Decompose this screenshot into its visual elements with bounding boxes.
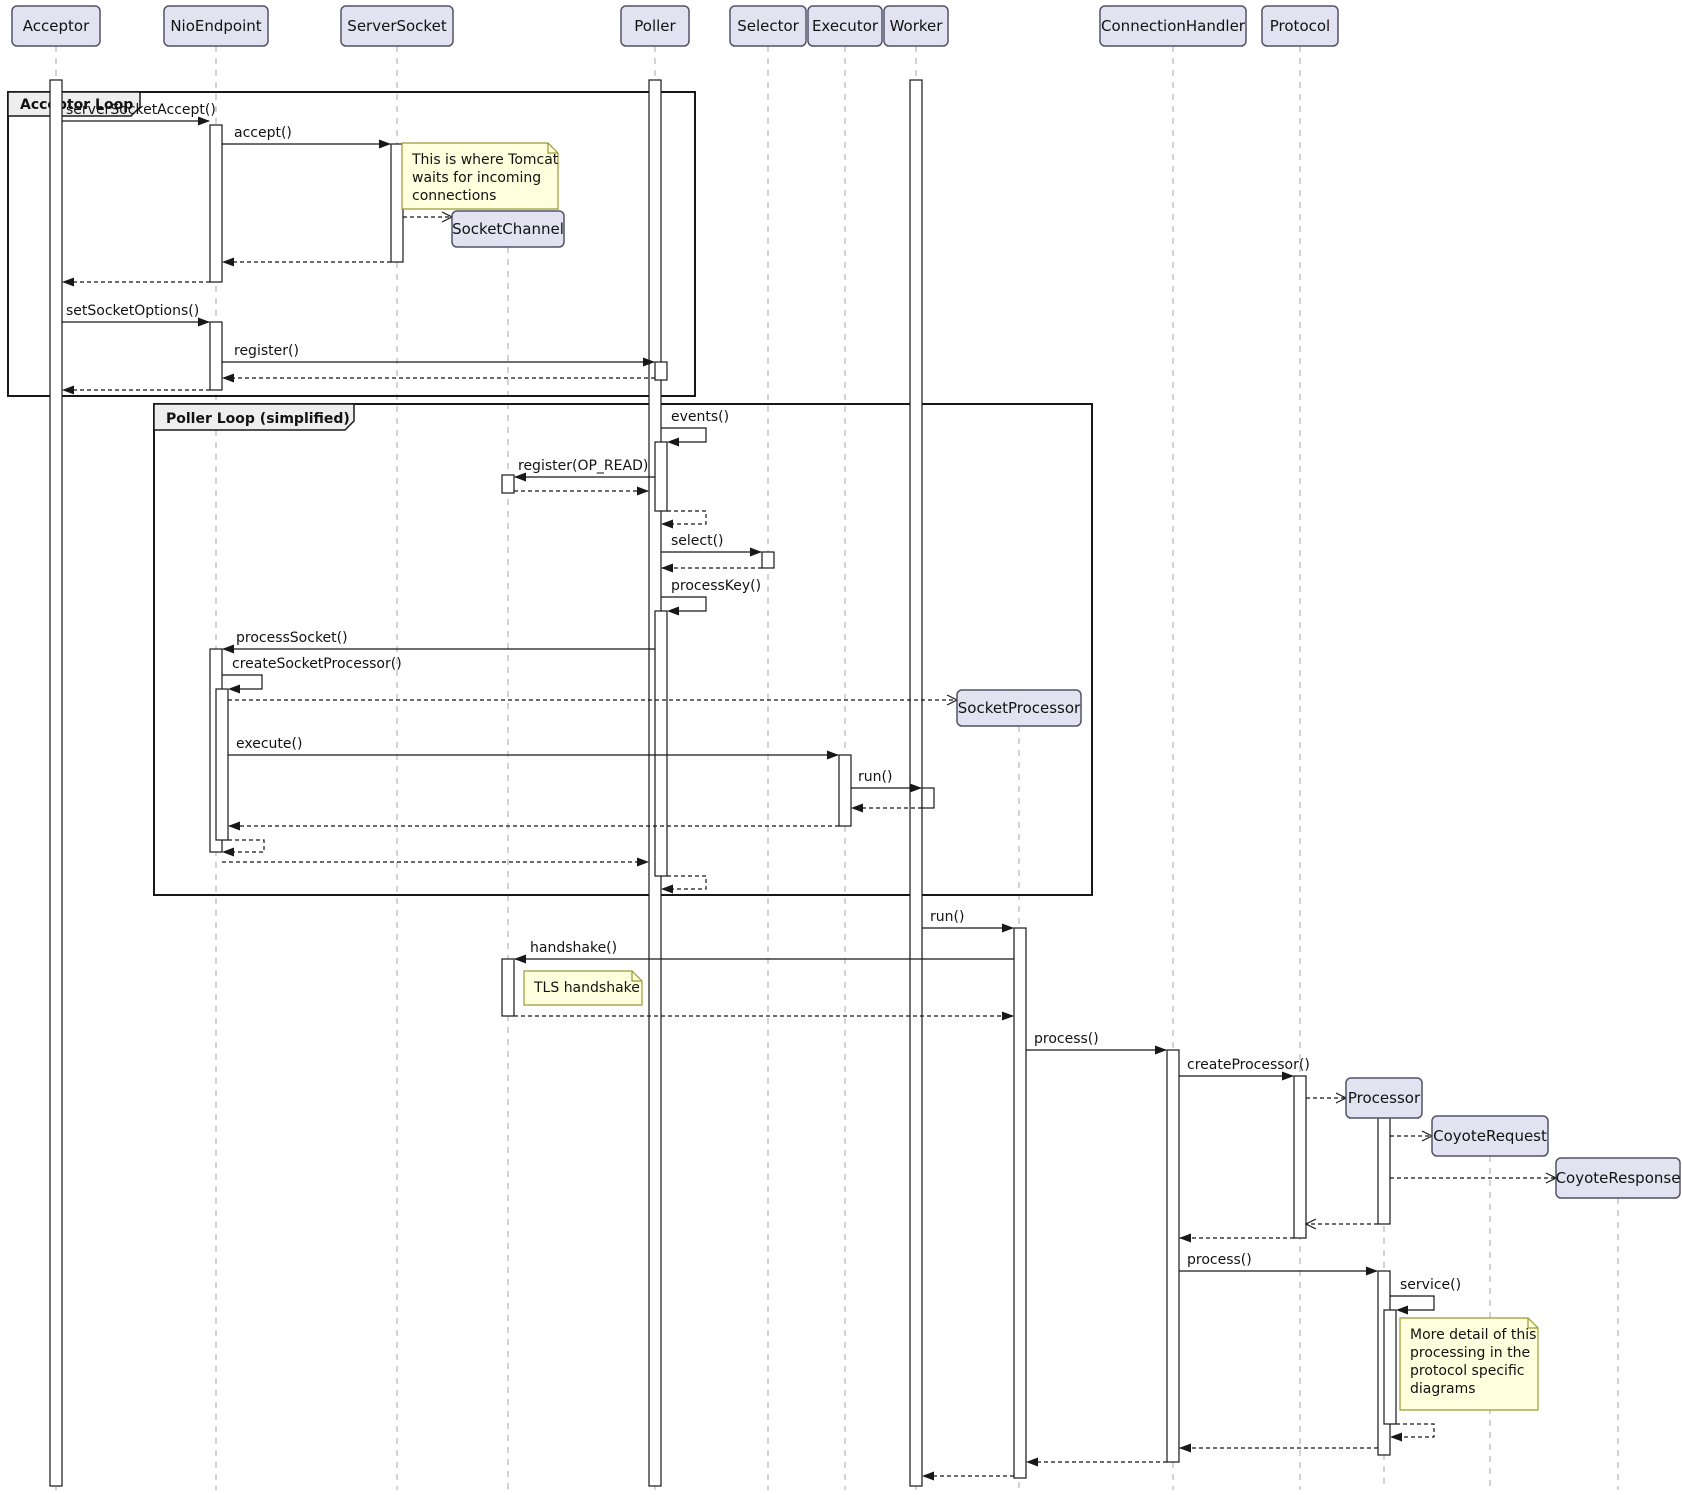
arrowhead-filled <box>667 607 679 616</box>
note-text-note-tls-0: TLS handshake <box>533 980 640 996</box>
activation-acceptor-main <box>50 80 62 1486</box>
arrowhead-filled <box>661 885 673 894</box>
arrowhead-filled <box>379 140 391 149</box>
self-message-line-processKey <box>661 597 706 611</box>
note-text-note-protocol-detail-3: diagrams <box>1410 1381 1476 1397</box>
arrowhead-filled <box>228 822 240 831</box>
message-label-register: register() <box>234 343 299 359</box>
message-label-select: select() <box>671 533 724 549</box>
activation-executor-execute <box>839 755 851 826</box>
message-label-execute: execute() <box>236 736 302 752</box>
participant-label-coyoterequest: CoyoteRequest <box>1433 1127 1547 1145</box>
arrowhead-filled <box>1396 1306 1408 1315</box>
activation-connectionhandler-process <box>1167 1050 1179 1462</box>
arrowhead-filled <box>228 685 240 694</box>
participant-label-protocol: Protocol <box>1270 17 1330 35</box>
arrowhead-filled <box>1002 924 1014 933</box>
activation-worker-main <box>910 80 922 1486</box>
participant-label-processor: Processor <box>1348 1089 1421 1107</box>
arrowhead-filled <box>222 258 234 267</box>
arrowhead-filled <box>222 848 234 857</box>
arrowhead-filled <box>851 804 863 813</box>
activation-selector-select <box>762 552 774 568</box>
message-label-setSocketOptions: setSocketOptions() <box>66 303 199 319</box>
note-text-note-protocol-detail-1: processing in the <box>1410 1345 1530 1361</box>
arrowhead-filled <box>827 751 839 760</box>
arrowhead-filled <box>661 520 673 529</box>
activation-socketchannel-register <box>502 475 514 493</box>
arrowhead-filled <box>667 438 679 447</box>
arrowhead-filled <box>198 318 210 327</box>
message-label-register-op-read: register(OP_READ) <box>518 458 648 474</box>
arrowhead-filled <box>637 487 649 496</box>
self-message-line-events <box>661 428 706 442</box>
message-label-accept: accept() <box>234 125 292 141</box>
activation-socketprocessor-run <box>1014 928 1026 1478</box>
arrowhead-filled <box>222 645 234 654</box>
activation-protocol-createprocessor <box>1294 1076 1306 1238</box>
note-text-note-accept-2: connections <box>412 188 496 204</box>
self-message-line-createSocketProcessor <box>222 675 262 689</box>
activation-poller-events <box>655 442 667 511</box>
message-label-createProcessor: createProcessor() <box>1187 1057 1310 1073</box>
activation-socketchannel-handshake <box>502 959 514 1016</box>
activation-processor-service-nested <box>1384 1310 1396 1424</box>
arrowhead-filled <box>62 278 74 287</box>
participant-label-acceptor: Acceptor <box>23 17 90 35</box>
message-label-handshake: handshake() <box>530 940 617 956</box>
sequence-diagram-canvas: Acceptor LoopPoller Loop (simplified)ser… <box>0 0 1682 1495</box>
message-label-serverSocketAccept: serverSocketAccept() <box>66 102 216 118</box>
self-message-label-processKey: processKey() <box>671 578 761 594</box>
note-text-note-accept-0: This is where Tomcat <box>411 152 559 168</box>
message-label-process-1: process() <box>1034 1031 1099 1047</box>
arrowhead-filled <box>1390 1433 1402 1442</box>
participant-label-worker: Worker <box>890 17 944 35</box>
participant-label-socketchannel: SocketChannel <box>452 220 564 238</box>
arrowhead-filled <box>1366 1267 1378 1276</box>
sequence-diagram: Acceptor LoopPoller Loop (simplified)ser… <box>0 0 1682 1495</box>
activation-nioendpoint-3-nested <box>216 689 228 840</box>
self-message-label-createSocketProcessor: createSocketProcessor() <box>232 656 402 672</box>
participant-label-socketprocessor: SocketProcessor <box>958 699 1081 717</box>
note-text-note-protocol-detail-0: More detail of this <box>1410 1327 1536 1343</box>
activation-nioendpoint-2 <box>210 322 222 390</box>
participant-label-serversocket: ServerSocket <box>347 17 447 35</box>
arrowhead-filled <box>661 564 673 573</box>
activation-poller-processkey <box>655 611 667 876</box>
arrowhead-filled <box>1002 1012 1014 1021</box>
participant-label-poller: Poller <box>634 17 676 35</box>
message-label-run-2: run() <box>930 909 964 925</box>
participant-label-nioendpoint: NioEndpoint <box>170 17 261 35</box>
arrowhead-filled <box>750 548 762 557</box>
self-message-label-service: service() <box>1400 1277 1461 1293</box>
activation-serversocket-1 <box>391 144 403 262</box>
message-label-run-1: run() <box>858 769 892 785</box>
frame-acceptor-loop <box>8 92 695 396</box>
arrowhead-filled <box>1026 1458 1038 1467</box>
self-message-label-events: events() <box>671 409 729 425</box>
arrowhead-filled <box>637 858 649 867</box>
arrowhead-filled <box>1179 1234 1191 1243</box>
message-label-process-2: process() <box>1187 1252 1252 1268</box>
participant-label-executor: Executor <box>812 17 879 35</box>
note-text-note-accept-1: waits for incoming <box>412 170 541 186</box>
activation-processor-create <box>1378 1118 1390 1224</box>
activation-poller-register <box>655 362 667 380</box>
participant-label-coyoteresponse: CoyoteResponse <box>1556 1169 1681 1187</box>
activation-worker-run <box>922 788 934 808</box>
arrowhead-filled <box>1155 1046 1167 1055</box>
self-message-line-service <box>1390 1296 1434 1310</box>
arrowhead-filled <box>1179 1444 1191 1453</box>
arrowhead-filled <box>514 955 526 964</box>
note-text-note-protocol-detail-2: protocol specific <box>1410 1363 1524 1379</box>
activation-nioendpoint-1 <box>210 125 222 282</box>
arrowhead-filled <box>222 374 234 383</box>
arrowhead-filled <box>922 1472 934 1481</box>
message-label-processSocket: processSocket() <box>236 630 348 646</box>
participant-label-selector: Selector <box>737 17 799 35</box>
frame-label-poller-loop: Poller Loop (simplified) <box>166 411 350 427</box>
arrowhead-filled <box>62 386 74 395</box>
participant-label-connectionhandler: ConnectionHandler <box>1101 17 1246 35</box>
